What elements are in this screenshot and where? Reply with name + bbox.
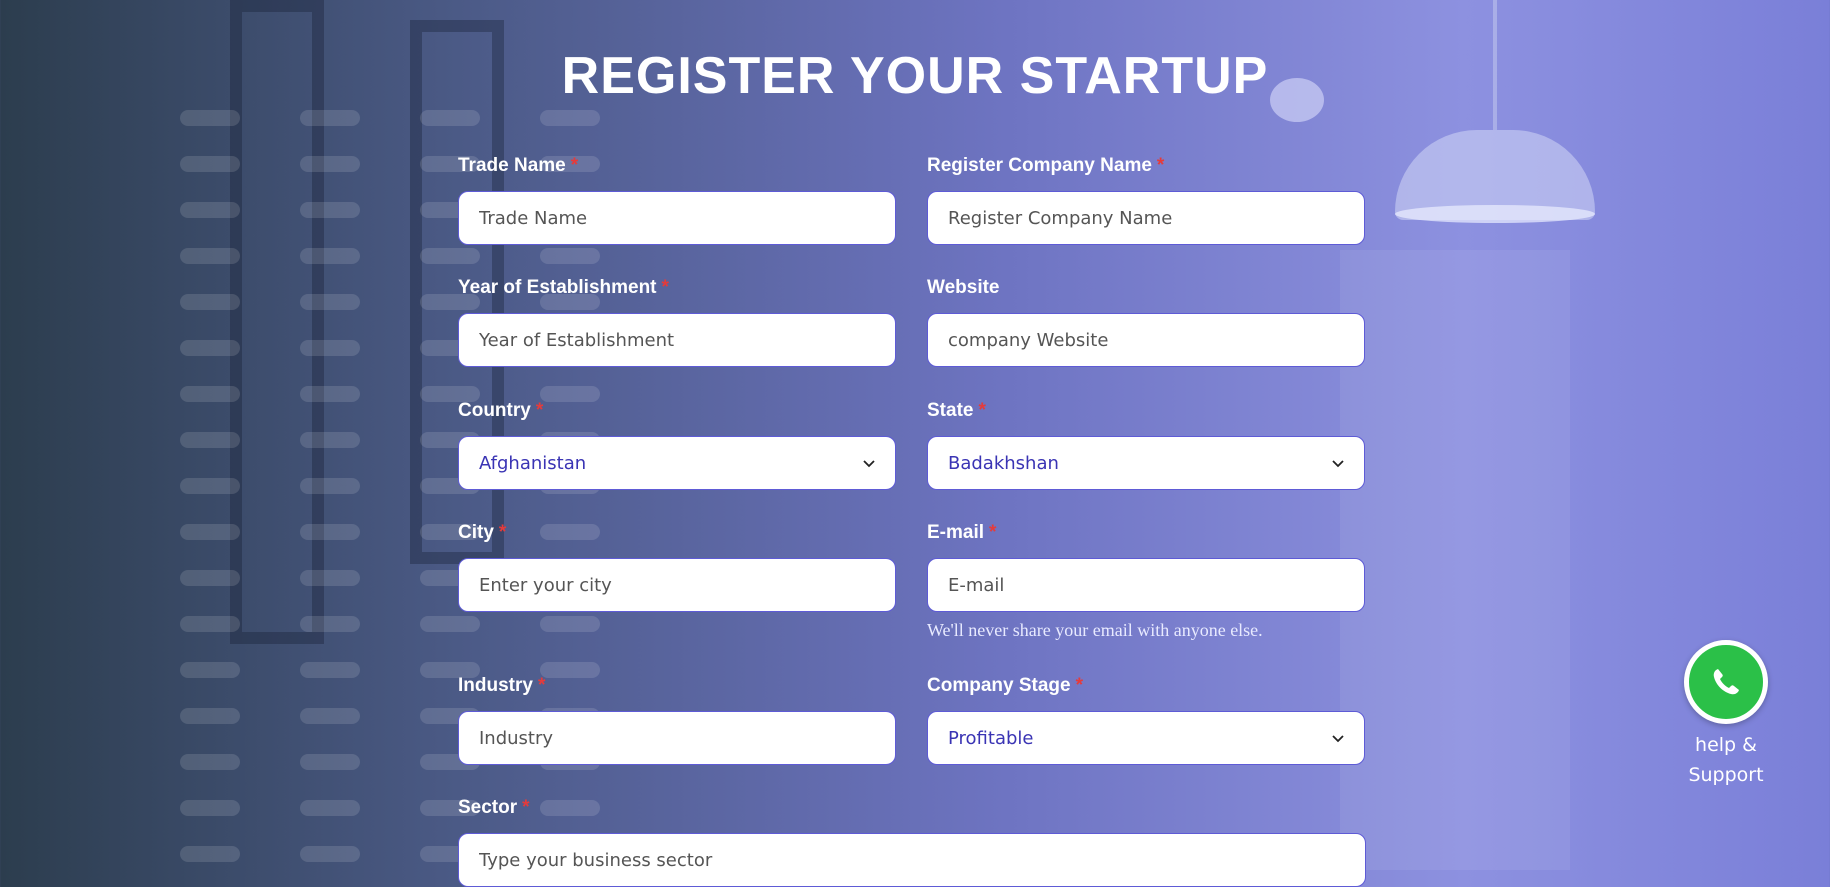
required-marker: *	[570, 155, 579, 176]
chevron-down-icon	[1332, 735, 1344, 743]
blind-slat	[180, 248, 240, 264]
blind-slat	[300, 340, 360, 356]
blind-slat	[180, 478, 240, 494]
blind-slat	[300, 616, 360, 632]
blind-slat	[540, 110, 600, 126]
blind-slat	[300, 662, 360, 678]
phone-icon	[1713, 669, 1739, 695]
blind-slat	[300, 294, 360, 310]
chevron-down-icon	[863, 460, 875, 468]
sector-input[interactable]	[458, 833, 1366, 887]
blind-slat	[300, 478, 360, 494]
required-marker: *	[535, 400, 544, 421]
country-select[interactable]: Afghanistan	[458, 436, 896, 490]
website-group: Website	[927, 277, 1365, 367]
required-marker: *	[1156, 155, 1165, 176]
blind-slat	[180, 294, 240, 310]
blind-slat	[420, 248, 480, 264]
blind-slat	[300, 524, 360, 540]
blind-slat	[300, 386, 360, 402]
register-company-name-label: Register Company Name	[927, 155, 1152, 176]
industry-group: Industry *	[458, 675, 896, 765]
blind-slat	[300, 156, 360, 172]
country-group: Country * Afghanistan	[458, 400, 896, 490]
blind-slat	[300, 110, 360, 126]
required-marker: *	[522, 797, 530, 818]
city-group: City *	[458, 522, 896, 612]
trade-name-group: Trade Name *	[458, 155, 896, 245]
blind-slat	[540, 248, 600, 264]
trade-name-input[interactable]	[458, 191, 896, 245]
sector-label: Sector	[458, 797, 518, 818]
blind-slat	[180, 386, 240, 402]
blind-slat	[180, 524, 240, 540]
blind-slat	[300, 570, 360, 586]
required-marker: *	[978, 400, 986, 421]
email-input[interactable]	[927, 558, 1365, 612]
blind-slat	[180, 662, 240, 678]
email-group: E-mail* We'll never share your email wit…	[927, 522, 1365, 641]
required-marker: *	[1075, 675, 1083, 696]
register-company-name-input[interactable]	[927, 191, 1365, 245]
blind-slat	[180, 340, 240, 356]
blind-slat	[300, 800, 360, 816]
blind-slat	[180, 110, 240, 126]
state-selected-value: Badakhshan	[948, 452, 1059, 474]
blind-slat	[180, 570, 240, 586]
email-label: E-mail	[927, 522, 985, 543]
company-stage-label: Company Stage	[927, 675, 1071, 696]
state-select[interactable]: Badakhshan	[927, 436, 1365, 490]
required-marker: *	[661, 277, 669, 298]
sector-group: Sector *	[458, 797, 1366, 887]
required-marker: *	[537, 675, 546, 696]
company-stage-selected-value: Profitable	[948, 727, 1034, 749]
blind-slat	[300, 202, 360, 218]
year-of-establishment-group: Year of Establishment *	[458, 277, 896, 367]
country-label: Country	[458, 400, 531, 421]
chevron-down-icon	[1332, 460, 1344, 468]
year-of-establishment-input[interactable]	[458, 313, 896, 367]
blind-slat	[300, 248, 360, 264]
blind-slat	[300, 432, 360, 448]
state-label: State	[927, 400, 974, 421]
trade-name-label: Trade Name	[458, 155, 566, 176]
required-marker: *	[989, 522, 997, 543]
blind-slat	[420, 616, 480, 632]
blind-slat	[180, 202, 240, 218]
support-line-2: Support	[1688, 764, 1764, 786]
city-input[interactable]	[458, 558, 896, 612]
blind-slat	[300, 708, 360, 724]
whatsapp-icon[interactable]	[1684, 640, 1768, 724]
support-line-1: help &	[1695, 734, 1757, 756]
background-image	[0, 0, 1830, 870]
blind-slat	[180, 156, 240, 172]
company-stage-group: Company Stage * Profitable	[927, 675, 1365, 765]
blind-slat	[300, 846, 360, 862]
blind-slat	[300, 754, 360, 770]
register-company-name-group: Register Company Name *	[927, 155, 1365, 245]
blind-slat	[180, 800, 240, 816]
state-group: State * Badakhshan	[927, 400, 1365, 490]
industry-input[interactable]	[458, 711, 896, 765]
page-title: REGISTER YOUR STARTUP	[561, 47, 1269, 105]
whatsapp-support-widget[interactable]: help & Support	[1680, 640, 1772, 790]
blind-slat	[540, 616, 600, 632]
website-label: Website	[927, 277, 1000, 298]
country-selected-value: Afghanistan	[479, 452, 587, 474]
blind-slat	[180, 708, 240, 724]
required-marker: *	[498, 522, 507, 543]
email-help-text: We'll never share your email with anyone…	[927, 620, 1263, 640]
company-stage-select[interactable]: Profitable	[927, 711, 1365, 765]
industry-label: Industry	[458, 675, 533, 696]
blind-slat	[420, 110, 480, 126]
blind-slat	[180, 754, 240, 770]
blind-slat	[180, 846, 240, 862]
blind-slat	[180, 432, 240, 448]
year-of-establishment-label: Year of Establishment	[458, 277, 657, 298]
website-input[interactable]	[927, 313, 1365, 367]
city-label: City	[458, 522, 494, 543]
blind-slat	[180, 616, 240, 632]
